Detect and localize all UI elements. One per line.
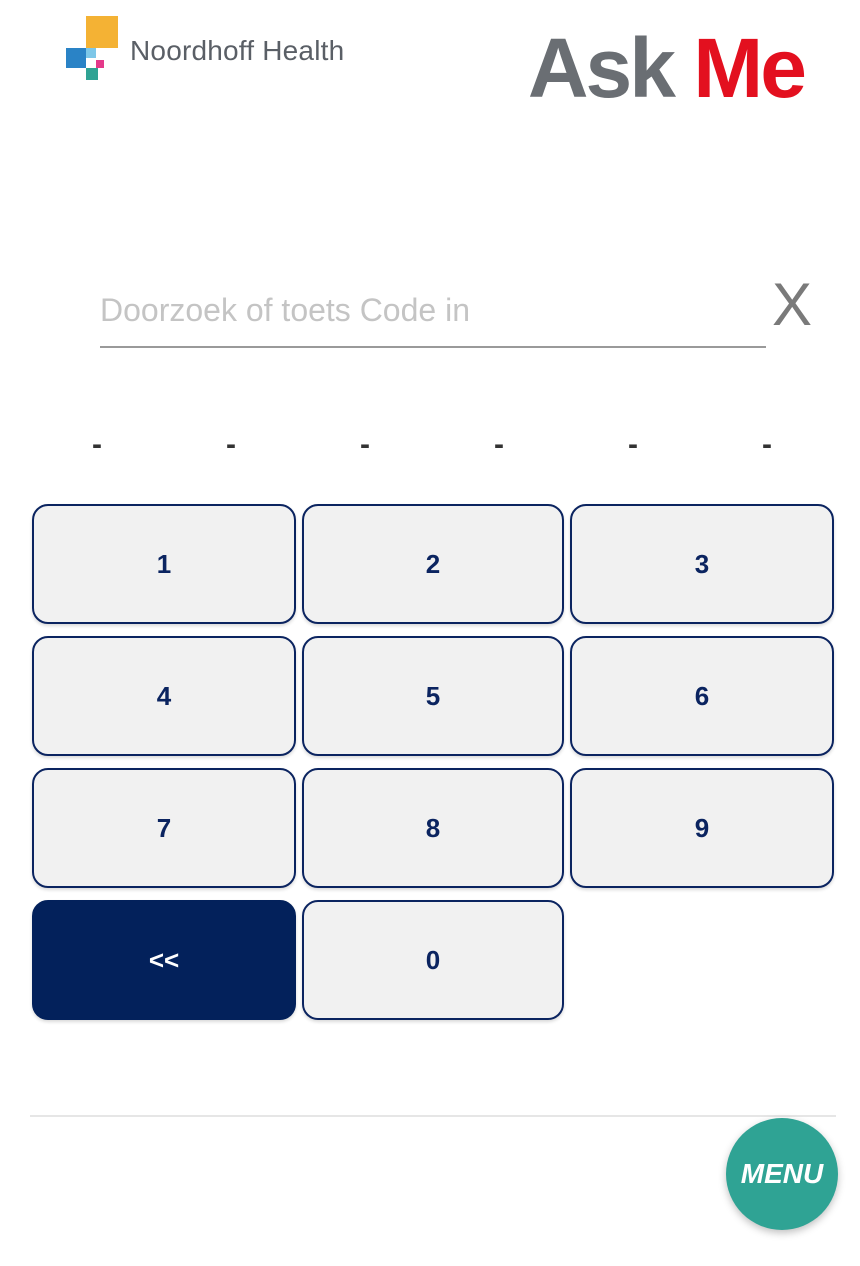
- key-1[interactable]: 1: [32, 504, 296, 624]
- app-title-ask: Ask: [527, 21, 676, 115]
- code-slot: -: [628, 428, 638, 461]
- backspace-button[interactable]: <<: [32, 900, 296, 1020]
- code-slot: -: [762, 428, 772, 461]
- numeric-keypad: 1 2 3 4 5 6 7 8 9 << 0: [32, 504, 834, 1020]
- key-8[interactable]: 8: [302, 768, 564, 888]
- app-screen: Noordhoff Health Ask Me X - - - - - - 1 …: [0, 0, 860, 1266]
- app-title: Ask Me: [528, 26, 807, 110]
- code-slot: -: [92, 428, 102, 461]
- key-3[interactable]: 3: [570, 504, 834, 624]
- clear-search-button[interactable]: X: [770, 270, 814, 340]
- code-slots: - - - - - -: [64, 420, 800, 470]
- key-0[interactable]: 0: [302, 900, 564, 1020]
- key-7[interactable]: 7: [32, 768, 296, 888]
- code-slot: -: [494, 428, 504, 461]
- key-9[interactable]: 9: [570, 768, 834, 888]
- code-slot: -: [226, 428, 236, 461]
- app-title-me: Me: [693, 21, 807, 115]
- key-2[interactable]: 2: [302, 504, 564, 624]
- key-5[interactable]: 5: [302, 636, 564, 756]
- search-input[interactable]: [100, 280, 760, 340]
- key-4[interactable]: 4: [32, 636, 296, 756]
- brand-name: Noordhoff Health: [130, 35, 345, 66]
- search-field: [100, 270, 766, 348]
- noordhoff-logo-icon: [66, 16, 120, 84]
- footer-divider: [30, 1115, 836, 1117]
- key-6[interactable]: 6: [570, 636, 834, 756]
- brand-logo: Noordhoff Health: [66, 16, 344, 84]
- menu-button[interactable]: MENU: [726, 1118, 838, 1230]
- code-slot: -: [360, 428, 370, 461]
